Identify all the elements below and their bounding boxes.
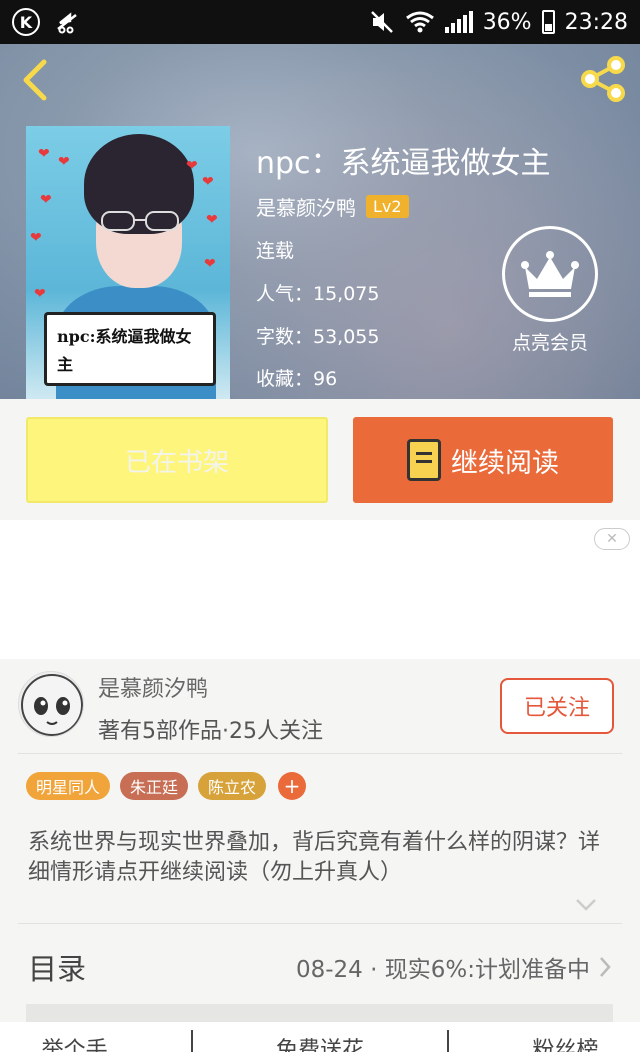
tab-free-flowers[interactable]: 免费送花: [276, 1032, 364, 1052]
wifi-icon: [405, 11, 434, 33]
follow-label: 已关注: [523, 696, 590, 721]
toc-row[interactable]: 目录 08-24 · 现实6%:计划准备中: [28, 944, 612, 990]
tag-item[interactable]: 朱正廷: [120, 772, 189, 800]
book-word-count: 字数：53,055: [256, 326, 380, 348]
author-name[interactable]: 是慕颜汐鸭: [98, 671, 208, 703]
tag-item[interactable]: 明星同人: [26, 772, 111, 800]
bottom-tabs: 举个手 免费送花 粉丝榜: [0, 1022, 640, 1052]
latest-chapter: 08-24 · 现实6%:计划准备中: [295, 957, 590, 983]
back-arrow-icon[interactable]: [18, 58, 54, 102]
in-bookshelf-label: 已在书架: [124, 447, 229, 478]
battery-icon: [541, 10, 555, 34]
signal-icon: [444, 11, 473, 33]
book-favorites: 收藏：96: [256, 368, 338, 390]
author-card[interactable]: 是慕颜汐鸭 著有5部作品·25人关注 已关注: [0, 659, 640, 754]
book-author[interactable]: 是慕颜汐鸭: [256, 192, 356, 221]
ad-banner: ✕: [0, 520, 640, 659]
vip-button[interactable]: 点亮会员: [500, 226, 600, 355]
book-status: 连载: [256, 240, 295, 262]
author-avatar[interactable]: [18, 671, 84, 737]
clock: 23:28: [564, 9, 628, 35]
book-description: 系统世界与现实世界叠加，背后究竟有着什么样的阴谋？详细情形请点开继续阅读（勿上升…: [28, 830, 601, 885]
ad-close-icon[interactable]: ✕: [594, 528, 630, 550]
follow-button[interactable]: 已关注: [500, 678, 614, 734]
mute-notification-icon: [57, 12, 77, 34]
chevron-right-icon: [600, 957, 611, 977]
divider: [18, 923, 622, 924]
author-stats: 著有5部作品·25人关注: [98, 719, 323, 744]
volume-mute-icon: [370, 11, 393, 33]
book-icon: [407, 439, 441, 481]
action-bar: 已在书架 继续阅读: [0, 399, 640, 520]
toc-title: 目录: [28, 952, 87, 986]
status-bar: K 36% 23:28: [0, 0, 640, 44]
vip-label: 点亮会员: [511, 332, 588, 354]
section-separator: [26, 1004, 613, 1022]
expand-chevron-icon[interactable]: [574, 894, 598, 914]
cover-title-text: npc:系统逼我做女主: [44, 312, 216, 386]
book-title: npc：系统逼我做女主: [256, 146, 551, 181]
k-app-icon: K: [12, 8, 40, 36]
book-popularity: 人气：15,075: [256, 283, 380, 305]
author-level-badge: Lv2: [366, 195, 409, 218]
book-header: ❤ ❤ ❤ ❤ ❤ ❤ ❤ ❤ ❤ npc:系统逼我做女主 npc：系统逼我做女…: [0, 44, 640, 399]
continue-reading-label: 继续阅读: [451, 447, 559, 479]
share-icon[interactable]: [578, 54, 628, 104]
battery-percent: 36%: [482, 9, 532, 35]
crown-icon: [521, 251, 579, 297]
in-bookshelf-button[interactable]: 已在书架: [26, 417, 328, 503]
continue-reading-button[interactable]: 继续阅读: [353, 417, 613, 503]
tag-list: 明星同人 朱正廷 陈立农 +: [26, 772, 307, 800]
tab-fan-ranking[interactable]: 粉丝榜: [532, 1032, 598, 1052]
divider: [18, 753, 622, 754]
add-tag-button[interactable]: +: [278, 772, 307, 800]
book-cover[interactable]: ❤ ❤ ❤ ❤ ❤ ❤ ❤ ❤ ❤ npc:系统逼我做女主: [26, 126, 230, 399]
tag-item[interactable]: 陈立农: [198, 772, 267, 800]
tab-raise-hand[interactable]: 举个手: [42, 1032, 108, 1052]
